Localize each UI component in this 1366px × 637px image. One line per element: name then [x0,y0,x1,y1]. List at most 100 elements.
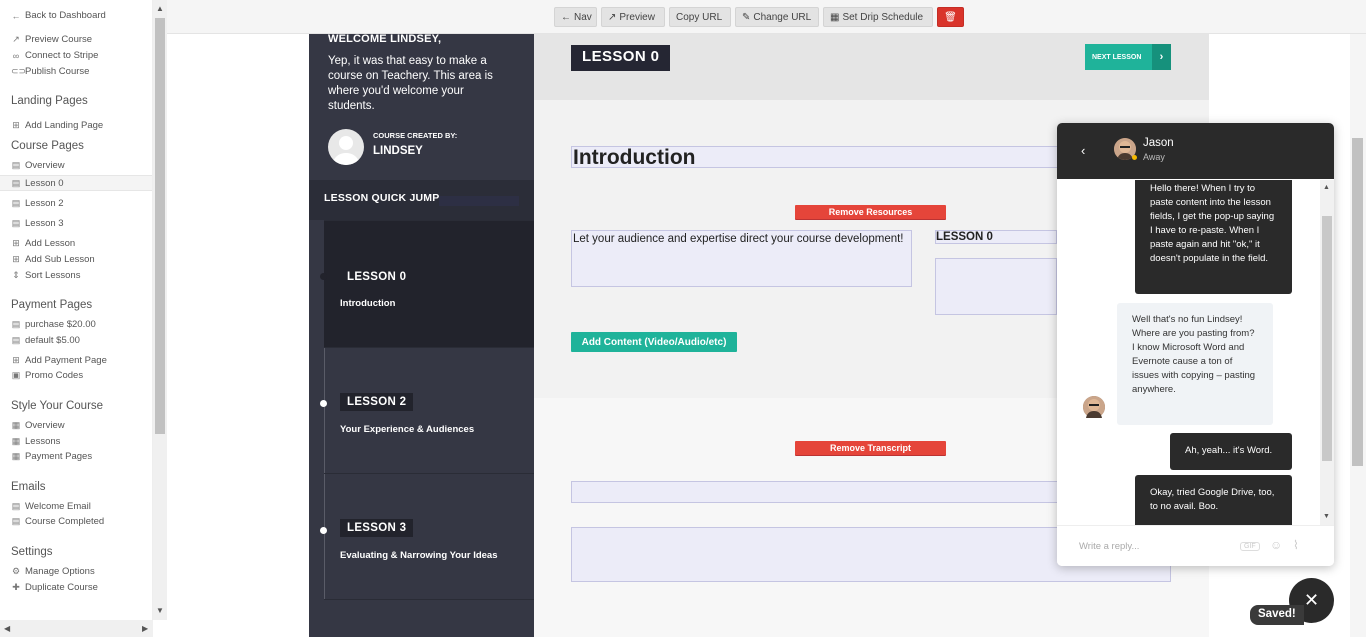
file-icon: ▤ [11,516,21,526]
scroll-left-icon[interactable]: ◀ [4,624,10,633]
sidebar-item-lesson-3[interactable]: ▤ Lesson 3 [11,218,64,229]
lesson-title-field[interactable]: Introduction [571,146,1061,169]
scroll-thumb[interactable] [1322,216,1332,461]
style-payment-pages-link[interactable]: ▦ Payment Pages [11,451,92,462]
scroll-down-icon[interactable]: ▼ [156,606,164,615]
sidebar-item-lesson-2[interactable]: ▤ Lesson 2 [11,198,64,209]
page-scrollbar[interactable] [1350,34,1366,637]
link-label: Add Payment Page [25,355,107,366]
resources-title-field[interactable]: LESSON 0 [935,230,1057,244]
trash-icon: 🗑 [944,11,957,23]
lesson-description-field[interactable]: Let your audience and expertise direct y… [571,230,912,287]
lesson-jump-item-0[interactable]: LESSON 0 Introduction [320,220,534,347]
created-by-name: LINDSEY [373,145,423,157]
chevron-left-icon[interactable]: ‹ [1081,143,1085,158]
sort-lessons-link[interactable]: ⇕ Sort Lessons [11,270,80,281]
course-completed-link[interactable]: ▤ Course Completed [11,516,104,527]
button-label: Preview [619,11,655,23]
back-label: Back to Dashboard [25,10,106,21]
link-label: Manage Options [25,566,95,577]
add-sub-lesson-link[interactable]: ⊞ Add Sub Lesson [11,254,95,265]
plus-square-icon: ⊞ [12,120,20,130]
course-sidebar: ← Back to Dashboard ↗ Preview Course ∞ Conn… [0,0,153,620]
avatar [328,129,364,165]
next-lesson-button[interactable]: NEXT LESSON › [1085,44,1171,70]
saved-indicator: Saved! [1250,605,1304,625]
sidebar-scrollbar[interactable]: ▲ ▼ [153,0,167,620]
plus-square-icon: ⊞ [12,355,20,365]
file-icon: ▤ [11,198,21,208]
lesson-jump-item-3[interactable]: LESSON 3 Evaluating & Narrowing Your Ide… [320,473,534,600]
resources-content-field[interactable] [935,258,1057,315]
scroll-thumb[interactable] [1352,138,1363,466]
file-icon: ▤ [11,319,21,329]
link-label: Payment Pages [25,451,93,462]
add-landing-page-link[interactable]: ⊞ Add Landing Page [11,120,103,131]
scroll-down-icon[interactable]: ▼ [1323,513,1330,520]
chevron-right-icon: › [1152,44,1171,70]
link-label: Add Landing Page [25,120,104,131]
external-link-icon: ↗ [608,11,617,23]
change-url-button[interactable]: ✎ Change URL [735,7,819,27]
gif-icon[interactable]: GIF [1240,542,1260,551]
sidebar-item-default[interactable]: ▤ default $5.00 [11,335,80,346]
link-label: Duplicate Course [25,582,98,593]
nav-button[interactable]: ← Nav [554,7,597,27]
remove-resources-button[interactable]: Remove Resources [795,205,946,219]
style-overview-link[interactable]: ▦ Overview [11,420,65,431]
emails-heading: Emails [11,481,46,493]
sidebar-item-purchase[interactable]: ▤ purchase $20.00 [11,319,96,330]
scroll-right-icon[interactable]: ▶ [142,624,148,633]
payment-pages-heading: Payment Pages [11,299,93,311]
duplicate-course-link[interactable]: ✚ Duplicate Course [11,582,98,593]
grid-icon: ▦ [11,436,21,446]
link-label: Overview [25,420,65,431]
transcript-title-field[interactable] [571,481,1058,503]
scroll-up-icon[interactable]: ▲ [1323,184,1330,191]
back-to-dashboard-link[interactable]: ← Back to Dashboard [11,10,106,21]
style-lessons-link[interactable]: ▦ Lessons [11,436,61,447]
grid-icon: ▦ [11,451,21,461]
sidebar-horizontal-scrollbar[interactable]: ◀ ▶ [0,620,153,637]
paperclip-icon[interactable]: ⌇ [1293,538,1299,552]
copy-url-button[interactable]: Copy URL [669,7,731,27]
preview-button[interactable]: ↗ Preview [601,7,665,27]
sidebar-item-overview[interactable]: ▤ Overview [11,160,65,171]
delete-button[interactable]: 🗑 [937,7,964,27]
chat-scrollbar[interactable]: ▲ ▼ [1320,180,1334,525]
away-status-dot [1132,155,1137,160]
sidebar-item-lesson-0[interactable]: ▤ Lesson 0 [0,175,152,191]
scroll-thumb[interactable] [155,18,165,434]
remove-transcript-button[interactable]: Remove Transcript [795,441,946,455]
next-lesson-label: NEXT LESSON [1092,53,1142,61]
publish-course-link[interactable]: ⊂⊃ Publish Course [11,66,89,77]
promo-codes-link[interactable]: ▣ Promo Codes [11,370,83,381]
welcome-title: WELCOME LINDSEY, [328,33,442,45]
plus-square-icon: ⊞ [12,254,20,264]
add-payment-page-link[interactable]: ⊞ Add Payment Page [11,355,107,366]
scroll-up-icon[interactable]: ▲ [156,4,164,13]
lesson-tag: LESSON 0 [340,268,414,286]
timeline-dot [320,273,327,280]
link-label: Lesson 3 [25,218,64,229]
add-lesson-link[interactable]: ⊞ Add Lesson [11,238,75,249]
plus-square-icon: ⊞ [12,238,20,248]
chat-reply-input[interactable]: Write a reply... GIF ☺ ⌇ [1057,525,1334,566]
link-label: Publish Course [25,66,90,77]
manage-options-link[interactable]: ⚙ Manage Options [11,566,95,577]
link-label: Promo Codes [25,370,84,381]
connect-stripe-link[interactable]: ∞ Connect to Stripe [11,50,99,61]
lesson-jump-item-2[interactable]: LESSON 2 Your Experience & Audiences [320,347,534,473]
add-content-button[interactable]: Add Content (Video/Audio/etc) [571,332,737,352]
link-label: Add Sub Lesson [25,254,95,265]
button-label: Change URL [753,11,812,23]
set-drip-schedule-button[interactable]: ▦ Set Drip Schedule [823,7,933,27]
link-label: Lesson 2 [25,198,64,209]
lesson-quick-jump[interactable]: LESSON QUICK JUMP [309,180,534,220]
lesson-tag: LESSON 3 [340,519,414,537]
file-icon: ▤ [11,177,21,188]
chat-header: ‹ Jason Away [1057,123,1334,179]
welcome-email-link[interactable]: ▤ Welcome Email [11,501,91,512]
preview-course-link[interactable]: ↗ Preview Course [11,34,92,45]
emoji-icon[interactable]: ☺ [1270,538,1282,552]
